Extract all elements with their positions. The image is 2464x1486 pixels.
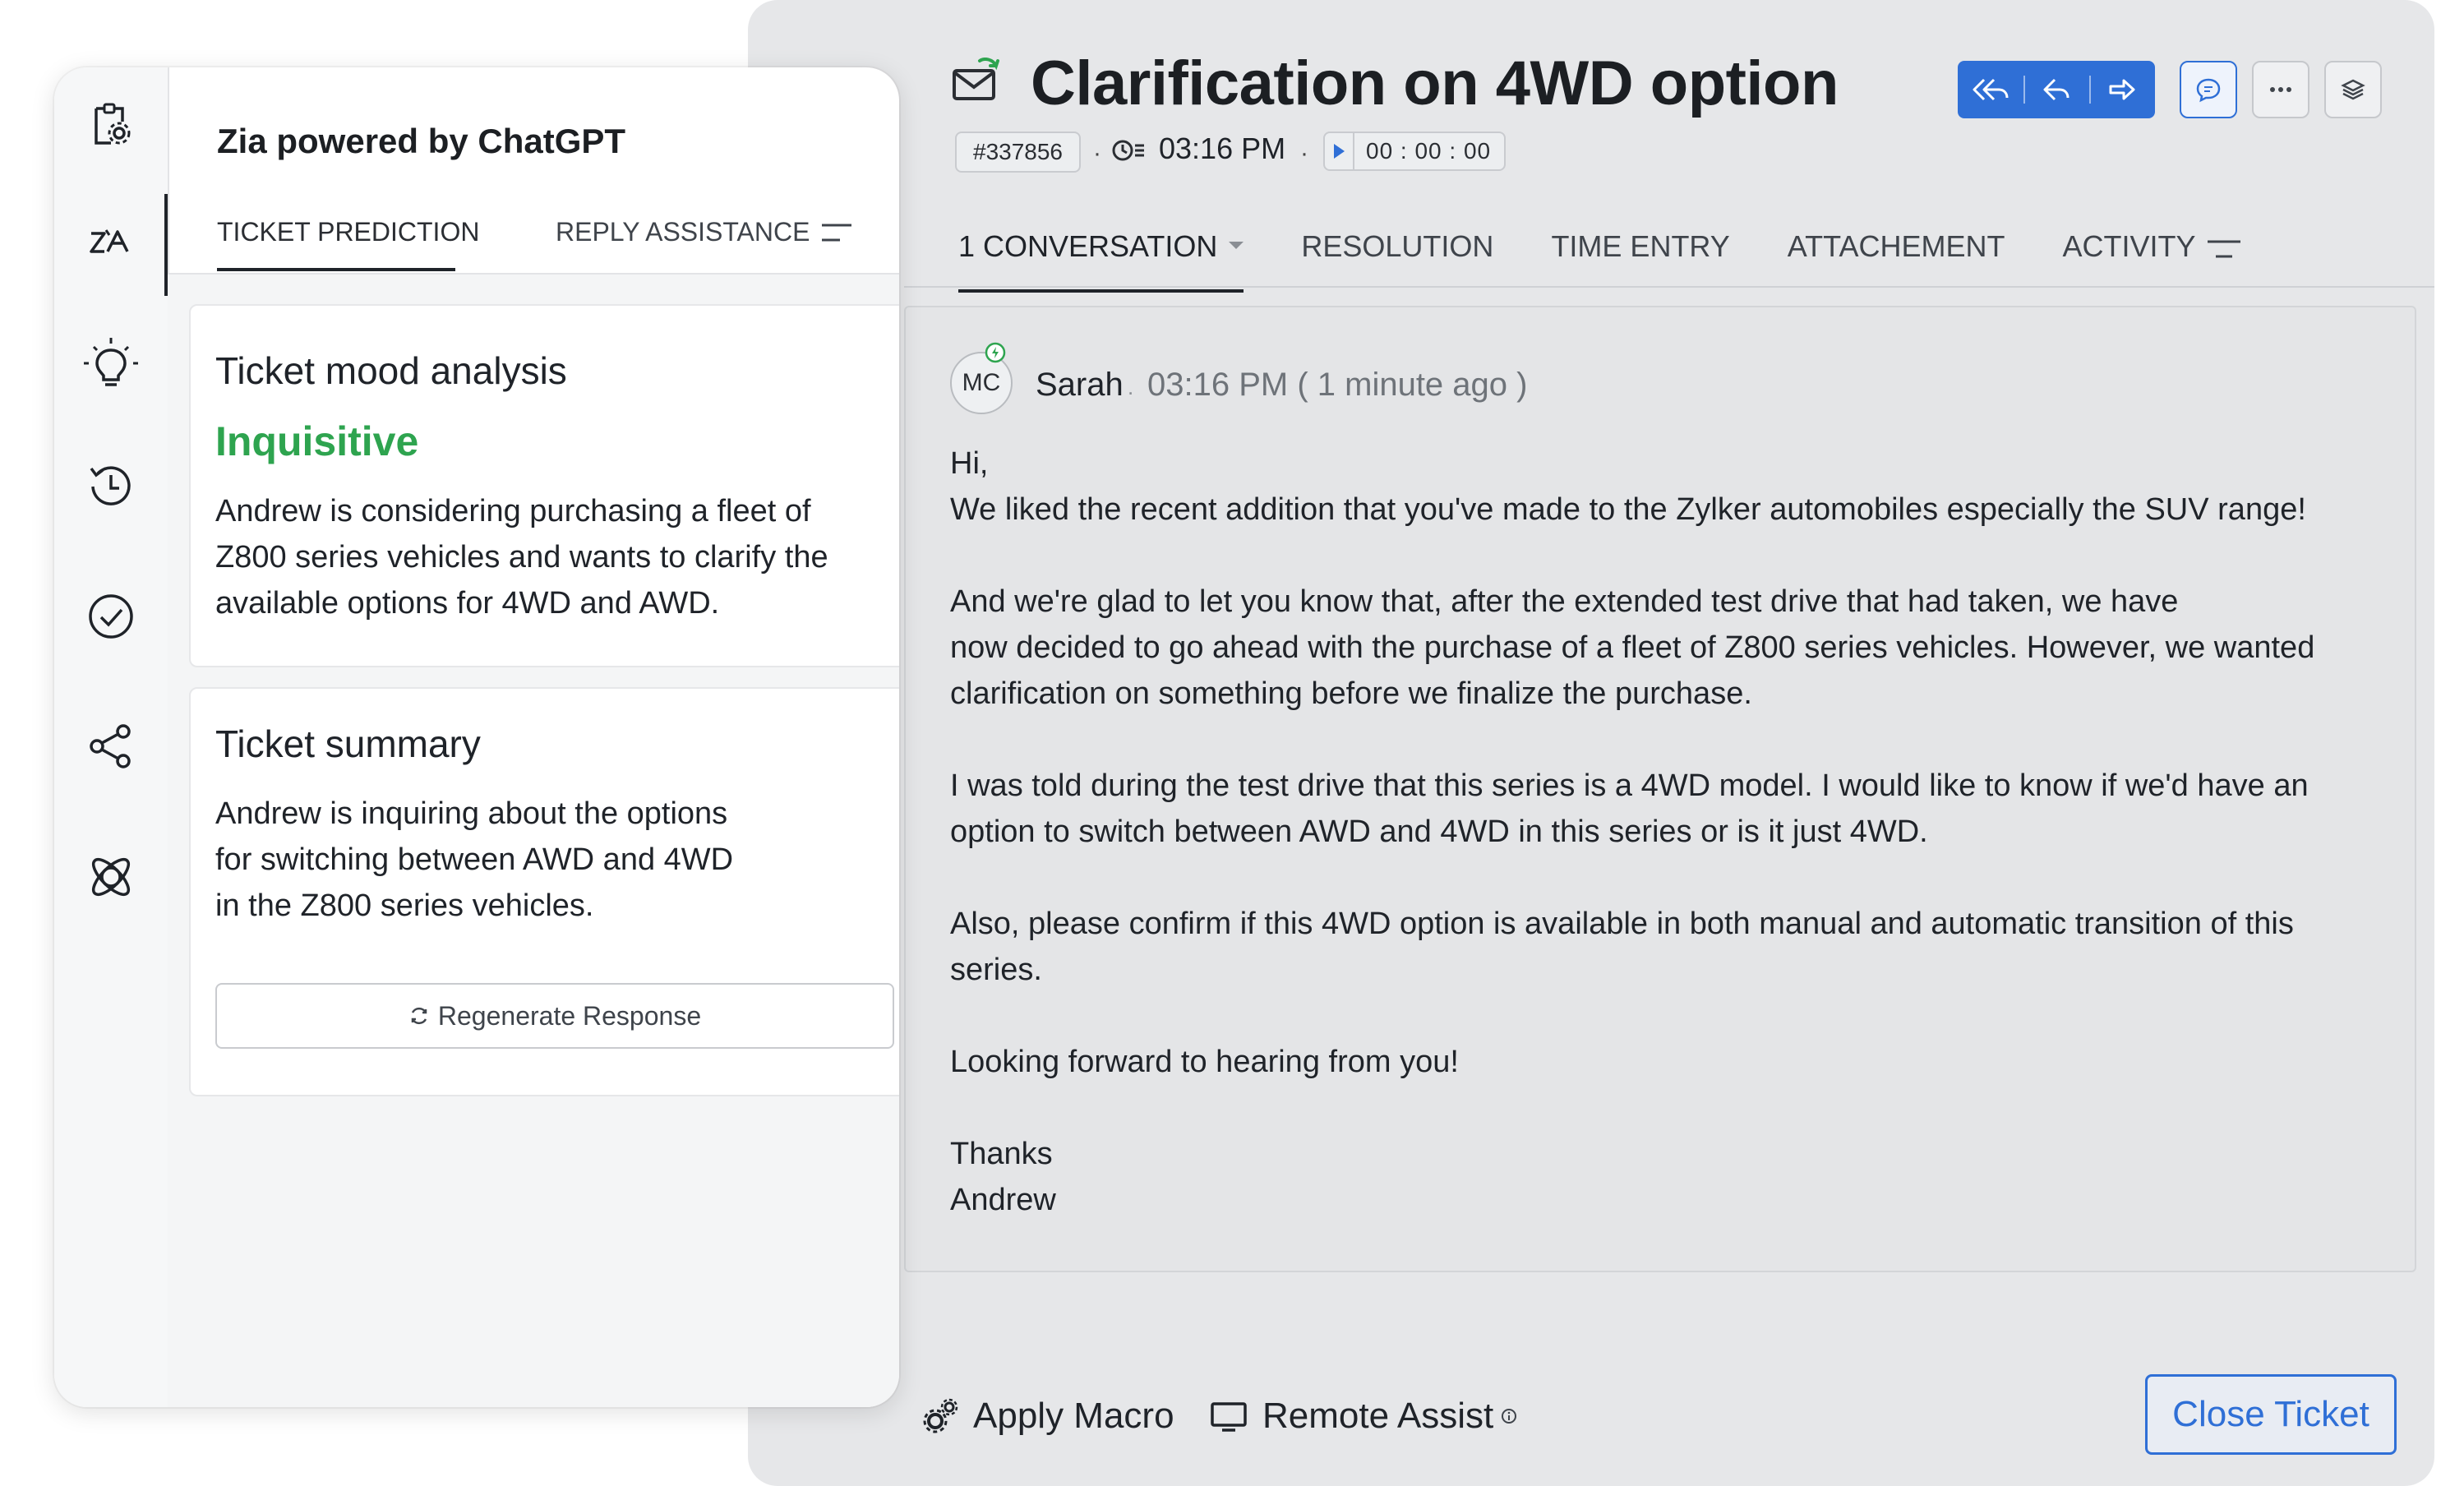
ticket-panel: Clarification on 4WD option #337856 · 03… <box>748 0 2434 1486</box>
close-ticket-button[interactable]: Close Ticket <box>2145 1374 2397 1455</box>
reply-actions-group <box>1958 61 2155 118</box>
separator-dot: · <box>1300 140 1308 167</box>
separator-dot: · <box>1093 140 1101 167</box>
tab-resolution[interactable]: RESOLUTION <box>1301 227 1493 289</box>
mood-card-title: Ticket mood analysis <box>215 349 567 392</box>
layers-icon <box>2341 79 2365 100</box>
share-icon[interactable] <box>54 720 168 773</box>
message-line: I was told during the test drive that th… <box>950 768 2309 803</box>
message-timestamp: 03:16 PM ( 1 minute ago ) <box>1147 367 1528 403</box>
channel-badge-icon <box>985 342 1006 363</box>
ticket-tabs: 1 CONVERSATION RESOLUTION TIME ENTRY ATT… <box>958 227 2253 293</box>
bulb-icon[interactable] <box>54 335 168 393</box>
remote-assist-button[interactable]: Remote Assist <box>1210 1396 1533 1437</box>
check-circle-icon[interactable] <box>54 590 168 643</box>
tab-ticket-prediction[interactable]: TICKET PREDICTION <box>217 217 479 247</box>
summary-line: for switching between AWD and 4WD <box>215 842 734 877</box>
reply-button[interactable] <box>2023 61 2089 118</box>
mood-value: Inquisitive <box>215 418 419 464</box>
zia-title: Zia powered by ChatGPT <box>217 122 626 160</box>
mood-line: Z800 series vehicles and wants to clarif… <box>215 540 828 575</box>
ticket-timer[interactable]: 00 : 00 : 00 <box>1323 132 1507 171</box>
atom-icon[interactable] <box>54 848 168 906</box>
tabs-menu-icon[interactable] <box>2206 237 2242 261</box>
message-line: Andrew <box>950 1183 1056 1217</box>
active-tab-underline <box>217 268 455 271</box>
clock-icon <box>1111 138 1146 163</box>
message-line: series. <box>950 953 1042 987</box>
zia-tabs-menu-icon[interactable] <box>820 220 853 245</box>
message-body: Hi, We liked the recent addition that yo… <box>950 441 2314 1223</box>
regenerate-response-button[interactable]: Regenerate Response <box>215 983 894 1049</box>
tab-time-entry[interactable]: TIME ENTRY <box>1551 227 1729 289</box>
email-status-icon <box>952 58 999 102</box>
summary-card-text: Andrew is inquiring about the options fo… <box>215 791 733 929</box>
ticket-summary-card: Ticket summary Andrew is inquiring about… <box>189 687 899 1096</box>
comment-icon <box>2196 78 2221 103</box>
remote-assist-label: Remote Assist <box>1262 1396 1494 1436</box>
apply-macro-label: Apply Macro <box>973 1396 1174 1436</box>
zia-side-rail <box>54 67 169 1407</box>
info-icon <box>1502 1409 1517 1424</box>
mood-line: available options for 4WD and AWD. <box>215 586 720 621</box>
tabs-divider <box>904 286 2434 288</box>
message-line: now decided to go ahead with the purchas… <box>950 630 2315 665</box>
ticket-id-badge[interactable]: #337856 <box>955 132 1082 173</box>
ticket-time: 03:16 PM <box>1159 132 1286 165</box>
refresh-icon <box>411 1007 427 1025</box>
chevron-down-icon[interactable] <box>1229 241 1244 249</box>
timer-value: 00 : 00 : 00 <box>1366 138 1492 164</box>
forward-button[interactable] <box>2089 61 2155 118</box>
layers-button[interactable] <box>2324 61 2382 118</box>
message-line: And we're glad to let you know that, aft… <box>950 584 2179 619</box>
mood-line: Andrew is considering purchasing a fleet… <box>215 494 811 528</box>
separator-dot: . <box>1128 375 1134 399</box>
zia-icon[interactable] <box>54 222 168 263</box>
macro-gear-icon <box>923 1398 958 1433</box>
message-line: Also, please confirm if this 4WD option … <box>950 907 2294 941</box>
message-line: Thanks <box>950 1137 1053 1171</box>
more-icon <box>2270 87 2291 92</box>
play-icon[interactable] <box>1325 133 1354 169</box>
monitor-icon <box>1211 1402 1247 1432</box>
more-options-button[interactable] <box>2252 61 2309 118</box>
message-line: option to switch between AWD and 4WD in … <box>950 815 1928 849</box>
apply-macro-button[interactable]: Apply Macro <box>922 1396 1174 1437</box>
summary-line: in the Z800 series vehicles. <box>215 888 594 923</box>
message-line: Looking forward to hearing from you! <box>950 1045 1459 1079</box>
zia-panel: Zia powered by ChatGPT TICKET PREDICTION… <box>54 67 899 1407</box>
tab-attachement[interactable]: ATTACHEMENT <box>1788 227 2005 289</box>
mood-analysis-card: Ticket mood analysis Inquisitive Andrew … <box>189 304 899 667</box>
ticket-settings-icon[interactable] <box>54 100 168 150</box>
message-line: Hi, <box>950 446 989 481</box>
reply-all-button[interactable] <box>1958 61 2023 118</box>
tab-activity[interactable]: ACTIVITY <box>2062 227 2195 289</box>
tab-reply-assistance[interactable]: REPLY ASSISTANCE <box>556 217 810 247</box>
ticket-title: Clarification on 4WD option <box>1031 48 1839 118</box>
summary-card-title: Ticket summary <box>215 722 481 765</box>
history-icon[interactable] <box>54 460 168 513</box>
regenerate-label: Regenerate Response <box>437 1000 702 1031</box>
tab-conversation[interactable]: 1 CONVERSATION <box>958 227 1244 293</box>
message-line: clarification on something before we fin… <box>950 676 1752 711</box>
message-line: We liked the recent addition that you've… <box>950 492 2306 527</box>
summary-line: Andrew is inquiring about the options <box>215 796 728 831</box>
mood-card-text: Andrew is considering purchasing a fleet… <box>215 488 828 626</box>
comment-button[interactable] <box>2180 61 2237 118</box>
message-sender[interactable]: Sarah <box>1036 367 1124 404</box>
